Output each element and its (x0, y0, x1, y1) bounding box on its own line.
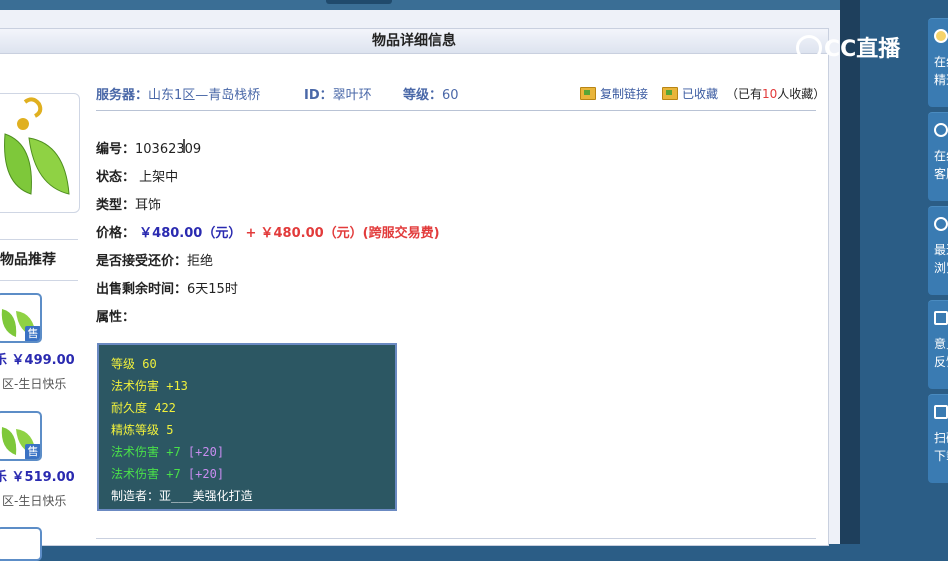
id-value: 翠叶环 (332, 88, 372, 103)
sidebar-item-featured[interactable]: 在线精选 (928, 18, 948, 107)
leaf-earring-icon (4, 97, 70, 195)
panel-title: 物品详细信息 (0, 29, 828, 54)
folder-icon (580, 87, 596, 100)
item-image (0, 93, 80, 213)
field-attributes: 属性： (96, 310, 136, 325)
avatar-icon (934, 29, 948, 43)
recommend-header: 类物品推荐 (0, 239, 78, 281)
level-value: 60 (442, 88, 459, 103)
sidebar-item-download[interactable]: 扫码下载 (928, 394, 948, 483)
edit-icon (934, 311, 948, 325)
clock-icon (934, 217, 948, 231)
folder-add-icon (662, 87, 678, 100)
info-row: 服务器：山东1区—青岛栈桥 ID：翠叶环 等级：60 复制链接 已收藏 （已有1… (96, 76, 825, 111)
attr-bonus-1: 法术伤害 +7 [+20] (111, 445, 225, 459)
field-remaining-time: 出售剩余时间：6天15时 (96, 282, 238, 297)
recommend-price[interactable]: 乐 ￥499.00 (0, 349, 75, 368)
field-status: 状态： 上架中 (96, 170, 179, 185)
page-area: 物品详细信息 类物品推荐 售 乐 ￥499.00 区-生日快乐 售 (0, 10, 840, 561)
attr-refine-level: 精炼等级 5 (111, 423, 174, 437)
recommend-price[interactable]: 乐 ￥519.00 (0, 466, 75, 485)
divider (96, 538, 816, 539)
top-tab-button[interactable] (326, 0, 392, 4)
copy-link-button[interactable]: 复制链接 (580, 85, 648, 102)
level-label: 等级： (403, 88, 443, 103)
field-number: 编号：10362309 (96, 142, 202, 157)
recommend-item-image[interactable]: 售 (0, 411, 42, 461)
sidebar-item-feedback[interactable]: 意见反馈 (928, 300, 948, 389)
sell-badge: 售 (25, 444, 40, 459)
sidebar-item-service[interactable]: 在线客服 (928, 112, 948, 201)
favorite-count: （已有10人收藏） (726, 87, 826, 101)
sell-badge: 售 (25, 326, 40, 341)
top-bar (0, 0, 840, 10)
cc-logo-icon (796, 35, 822, 61)
cc-live-watermark: CC直播 (796, 30, 920, 70)
attr-maker: 制造者：亚___美强化打造 (111, 489, 253, 503)
field-counter-offer: 是否接受还价：拒绝 (96, 254, 214, 269)
attr-bonus-2: 法术伤害 +7 [+20] (111, 467, 225, 481)
server-label: 服务器： (96, 88, 149, 103)
recommend-item-image[interactable]: 售 (0, 293, 42, 343)
phone-icon (934, 405, 948, 419)
field-price: 价格： ￥480.00（元） + ￥480.00（元）(跨服交易费) (96, 226, 440, 241)
attr-magic-damage: 法术伤害 +13 (111, 379, 188, 393)
attr-level: 等级 60 (111, 357, 157, 371)
server-value: 山东1区—青岛栈桥 (148, 88, 261, 103)
attributes-box: 等级 60 法术伤害 +13 耐久度 422 精炼等级 5 法术伤害 +7 [+… (97, 343, 397, 511)
scroll-strip[interactable] (840, 0, 860, 544)
recommend-name[interactable]: 区-生日快乐 (2, 492, 66, 509)
recommend-name[interactable]: 区-生日快乐 (2, 375, 66, 392)
recommend-item-image[interactable] (0, 527, 42, 561)
favorited-button[interactable]: 已收藏 (662, 85, 718, 102)
headset-icon (934, 123, 948, 137)
id-label: ID： (304, 88, 333, 103)
attr-durability: 耐久度 422 (111, 401, 176, 415)
sidebar-item-history[interactable]: 最近浏览 (928, 206, 948, 295)
field-type: 类型：耳饰 (96, 198, 162, 213)
text-cursor-icon (183, 139, 185, 153)
